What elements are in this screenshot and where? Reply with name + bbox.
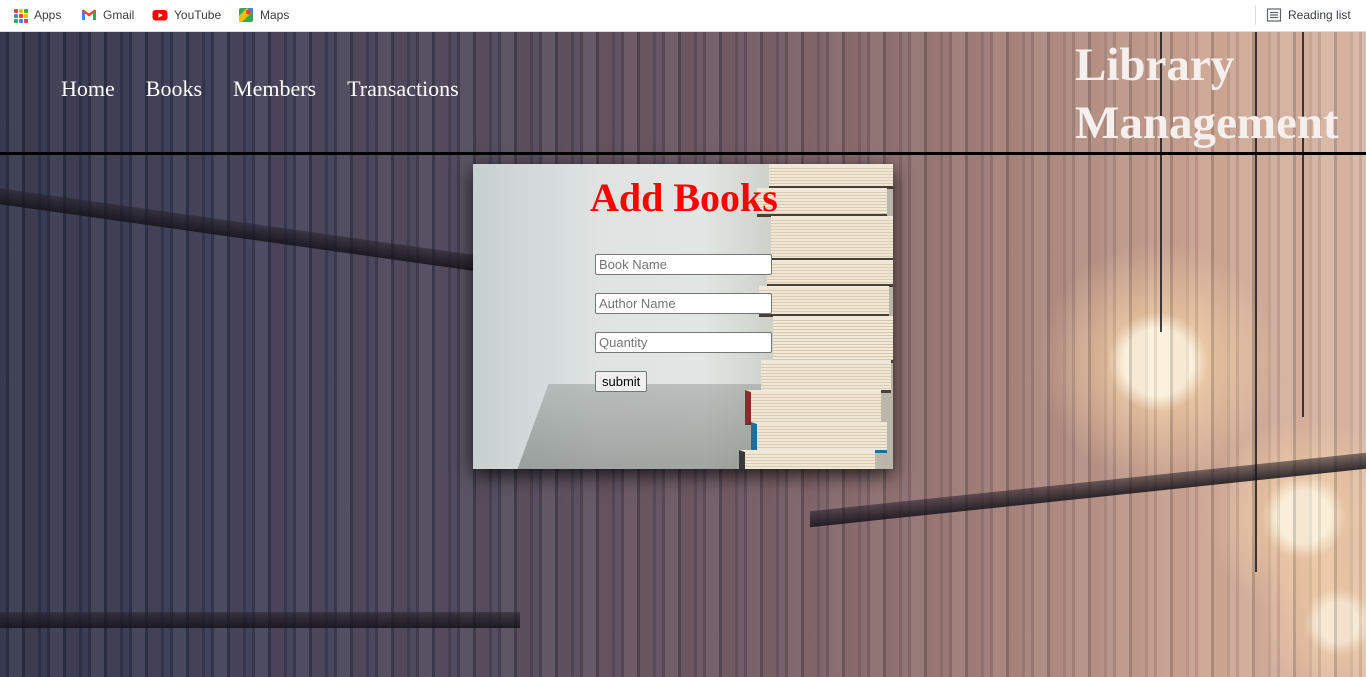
nav-members-link[interactable]: Members [233,76,316,102]
apps-grid-icon [14,8,28,23]
book-name-input[interactable] [595,254,772,275]
bookmark-apps-label: Apps [34,8,62,22]
bookmark-apps[interactable]: Apps [14,6,61,24]
library-page: Home Books Members Transactions Library … [0,32,1366,677]
bookmark-gmail-label: Gmail [103,8,135,22]
reading-list-button[interactable]: Reading list [1266,6,1351,24]
bookmark-gmail[interactable]: Gmail [81,6,134,24]
reading-list-label: Reading list [1288,8,1351,22]
bookmark-maps[interactable]: Maps [238,6,289,24]
bookmark-youtube-label: YouTube [174,8,222,22]
add-books-card: Add Books submit [473,164,893,469]
site-title-line1: Library [1075,39,1235,91]
bookmarks-separator [1255,5,1256,25]
bookmark-maps-label: Maps [260,8,290,22]
bookmark-youtube[interactable]: YouTube [152,6,221,24]
shelf-decoration [0,612,520,628]
maps-icon [238,7,254,23]
bookmarks-bar: Apps Gmail YouTube Maps Reading list [0,0,1366,32]
nav-transactions-link[interactable]: Transactions [347,76,459,102]
reading-list-icon [1266,7,1282,23]
main-nav: Home Books Members Transactions [61,76,459,102]
youtube-icon [152,7,168,23]
header-divider [0,152,1366,155]
quantity-input[interactable] [595,332,772,353]
site-title-line2: Management [1075,97,1339,149]
gmail-icon [81,7,97,23]
form-title: Add Books [590,175,778,220]
site-title: Library Management [1075,36,1339,152]
author-name-input[interactable] [595,293,772,314]
nav-home-link[interactable]: Home [61,76,115,102]
submit-button[interactable]: submit [595,371,648,392]
book-stack-illustration [739,164,893,469]
nav-books-link[interactable]: Books [146,76,202,102]
